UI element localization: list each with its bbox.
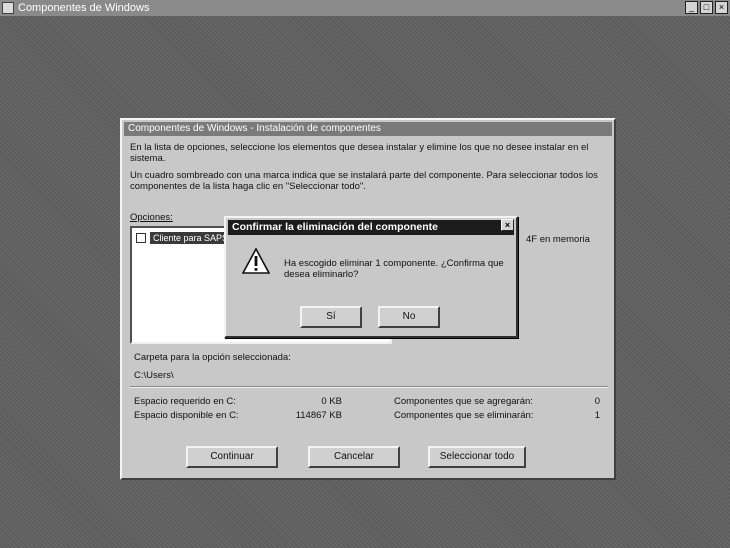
minimize-button[interactable]: _ [685,1,698,14]
option-checkbox[interactable] [136,233,146,243]
components-added-value: 0 [594,396,600,407]
folder-value: C:\Users\ [134,370,174,381]
continue-button[interactable]: Continuar [186,446,278,468]
close-icon[interactable]: × [501,219,514,231]
list-item[interactable]: Cliente para SAPS [136,232,232,244]
space-required-label: Espacio requerido en C: [134,396,236,407]
dialog-title: Componentes de Windows - Instalación de … [124,122,612,136]
maximize-button[interactable]: □ [700,1,713,14]
app-title: Componentes de Windows [18,2,150,14]
components-removed-value: 1 [594,410,600,421]
components-added-label: Componentes que se agregarán: [394,396,533,407]
divider [130,386,608,388]
space-required-value: 0 KB [321,396,342,407]
cancel-button[interactable]: Cancelar [308,446,400,468]
space-available-value: 114867 KB [295,410,342,421]
confirm-title: Confirmar la eliminación del componente [228,220,514,235]
app-icon [2,2,14,14]
dialog-description-2: Un cuadro sombreado con una marca indica… [130,170,598,192]
components-removed-label: Componentes que se eliminarán: [394,410,534,421]
confirm-message: Ha escogido eliminar 1 componente. ¿Conf… [284,258,504,280]
folder-label: Carpeta para la opción seleccionada: [134,352,291,363]
window-controls: _ □ × [685,1,728,14]
confirm-removal-dialog: Confirmar la eliminación del componente … [224,216,518,338]
option-label: Cliente para SAPS [150,232,232,244]
select-all-button[interactable]: Seleccionar todo [428,446,526,468]
warning-icon [242,248,270,274]
option-size-note: 4F en memoria [526,234,590,245]
options-label: Opciones: [130,212,173,223]
app-title-bar: Componentes de Windows _ □ × [0,0,730,16]
yes-button[interactable]: Sí [300,306,362,328]
close-button[interactable]: × [715,1,728,14]
space-available-label: Espacio disponible en C: [134,410,239,421]
dialog-description-1: En la lista de opciones, seleccione los … [130,142,589,164]
no-button[interactable]: No [378,306,440,328]
